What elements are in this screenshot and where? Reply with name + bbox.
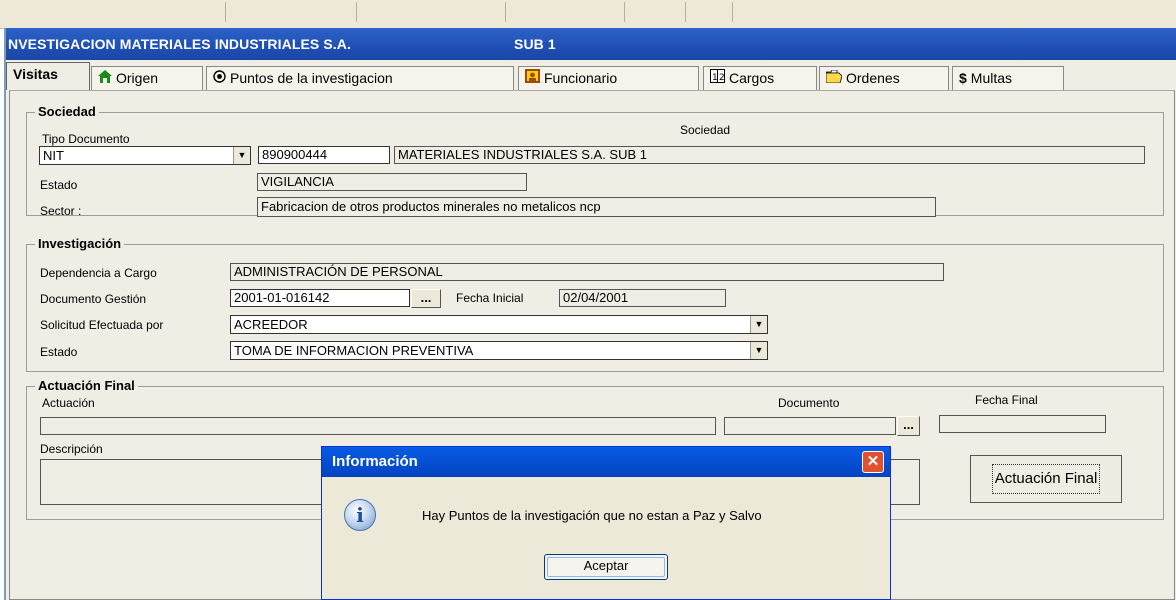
window-title: NVESTIGACION MATERIALES INDUSTRIALES S.A… (8, 36, 351, 52)
folder-icon (825, 67, 843, 89)
info-icon: i (344, 499, 376, 531)
fecha-final-label: Fecha Final (975, 393, 1038, 407)
chevron-down-icon[interactable]: ▼ (750, 342, 767, 359)
radio-icon (213, 67, 226, 89)
dialog-title: Información (332, 453, 418, 470)
dialog-message: Hay Puntos de la investigación que no es… (422, 508, 762, 523)
window-title-bar: NVESTIGACION MATERIALES INDUSTRIALES S.A… (6, 28, 1176, 60)
aceptar-button[interactable]: Aceptar (544, 554, 668, 580)
solicitud-value: ACREEDOR (234, 317, 308, 332)
tab-label: Origen (116, 70, 159, 86)
solicitud-select[interactable]: ACREEDOR ▼ (230, 315, 768, 334)
sociedad-field[interactable]: MATERIALES INDUSTRIALES S.A. SUB 1 (394, 146, 1145, 164)
dependencia-field[interactable]: ADMINISTRACIÓN DE PERSONAL (230, 263, 944, 281)
tab-strip: Visitas Origen Puntos de la investigacio… (6, 62, 1176, 90)
descripcion-label: Descripción (40, 442, 103, 456)
estado-investigacion-label: Estado (40, 345, 78, 359)
documento-gestion-label: Documento Gestión (40, 292, 147, 306)
fecha-final-field[interactable] (939, 415, 1106, 433)
sector-field[interactable]: Fabricacion de otros productos minerales… (257, 197, 936, 217)
sociedad-label: Sociedad (680, 123, 731, 137)
actuacion-label: Actuación (42, 396, 95, 410)
fecha-inicial-field[interactable]: 02/04/2001 (559, 289, 726, 307)
toolbar-cell (686, 2, 733, 22)
tab-label: Visitas (13, 66, 58, 82)
toolbar-cell (226, 2, 357, 22)
estado-label: Estado (40, 178, 78, 192)
chevron-down-icon[interactable]: ▼ (233, 147, 250, 164)
top-toolbar-strip (0, 0, 1176, 29)
actuacion-legend: Actuación Final (35, 378, 138, 393)
tab-origen[interactable]: Origen (91, 66, 203, 90)
close-icon[interactable]: ✕ (862, 451, 884, 473)
tab-funcionario[interactable]: Funcionario (518, 66, 699, 90)
sociedad-legend: Sociedad (35, 104, 99, 119)
browse-documento-button[interactable]: ... (411, 289, 441, 308)
tab-label: Multas (970, 70, 1013, 86)
documento-field[interactable] (724, 417, 896, 435)
numbers-icon: 12 (710, 67, 725, 89)
tab-label: Cargos (729, 70, 775, 86)
house-icon (98, 67, 112, 89)
dependencia-label: Dependencia a Cargo (40, 266, 157, 280)
svg-text:1: 1 (712, 73, 718, 83)
tab-label: Ordenes (846, 70, 900, 86)
documento-label: Documento (778, 396, 840, 410)
information-dialog: Información ✕ i Hay Puntos de la investi… (321, 446, 891, 600)
estado-investigacion-select[interactable]: TOMA DE INFORMACION PREVENTIVA ▼ (230, 341, 768, 360)
documento-gestion-field[interactable]: 2001-01-016142 (230, 289, 410, 307)
tab-cargos[interactable]: 1 2 Cargos (703, 66, 817, 90)
tipo-documento-label: Tipo Documento (42, 132, 130, 146)
tab-puntos[interactable]: Puntos de la investigacion (206, 66, 514, 90)
dialog-title-bar: Información ✕ (322, 447, 890, 477)
tab-label: Funcionario (544, 70, 618, 86)
browse-actuacion-button[interactable]: ... (897, 416, 920, 436)
solicitud-label: Solicitud Efectuada por (40, 318, 164, 332)
fecha-inicial-label: Fecha Inicial (456, 291, 524, 305)
actuacion-field[interactable] (40, 417, 716, 435)
estado-field[interactable]: VIGILANCIA (257, 173, 527, 191)
person-icon (525, 67, 540, 89)
chevron-down-icon[interactable]: ▼ (750, 316, 767, 333)
actuacion-final-label: Actuación Final (991, 464, 1101, 494)
tab-ordenes[interactable]: Ordenes (819, 66, 949, 90)
toolbar-cell (0, 2, 226, 22)
tab-label: Puntos de la investigacion (230, 70, 393, 86)
toolbar-cell (357, 2, 506, 22)
toolbar-cell (506, 2, 625, 22)
window-subtitle: SUB 1 (514, 36, 556, 52)
estado-investigacion-value: TOMA DE INFORMACION PREVENTIVA (234, 343, 474, 358)
actuacion-final-button[interactable]: Actuación Final (970, 455, 1122, 503)
svg-text:2: 2 (719, 73, 725, 83)
toolbar-cell (625, 2, 686, 22)
tipo-documento-select[interactable]: NIT ▼ (39, 146, 251, 165)
investigacion-legend: Investigación (35, 236, 125, 251)
tab-multas[interactable]: $ Multas (952, 66, 1064, 90)
dollar-icon: $ (959, 70, 967, 86)
nit-field[interactable]: 890900444 (258, 146, 390, 164)
tab-visitas[interactable]: Visitas (6, 62, 90, 90)
sector-label: Sector : (40, 204, 82, 218)
tipo-documento-value: NIT (43, 148, 64, 163)
